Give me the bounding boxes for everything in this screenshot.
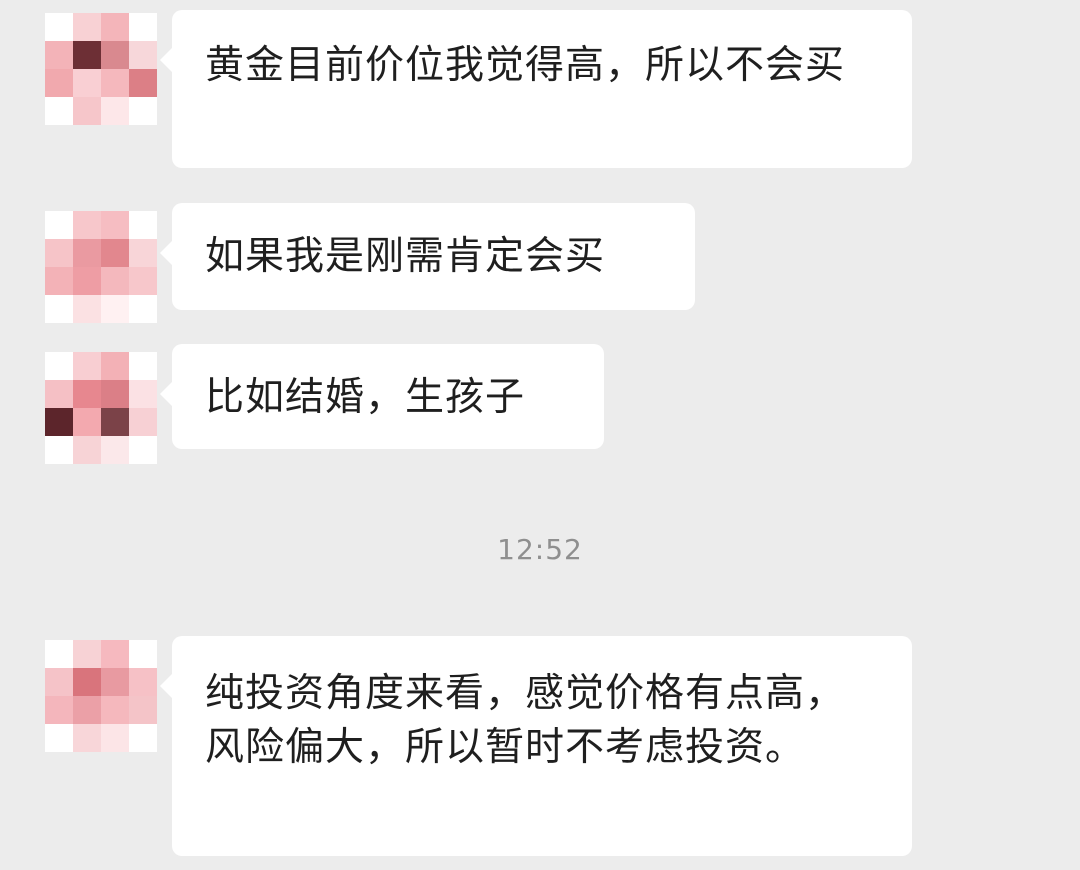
message-bubble: 如果我是刚需肯定会买 [160,203,695,310]
timestamp: 12:52 [497,533,583,566]
message-bubble: 比如结婚，生孩子 [160,344,604,449]
message-bubble: 纯投资角度来看，感觉价格有点高，风险偏大，所以暂时不考虑投资。 [160,636,912,856]
avatar[interactable] [45,13,157,125]
chat-window: 黄金目前价位我觉得高，所以不会买 如果我是刚需肯定会买 比如结婚，生孩子 12:… [0,0,1080,870]
avatar[interactable] [45,352,157,464]
avatar[interactable] [45,640,157,752]
message-bubble: 黄金目前价位我觉得高，所以不会买 [160,10,912,168]
avatar[interactable] [45,211,157,323]
